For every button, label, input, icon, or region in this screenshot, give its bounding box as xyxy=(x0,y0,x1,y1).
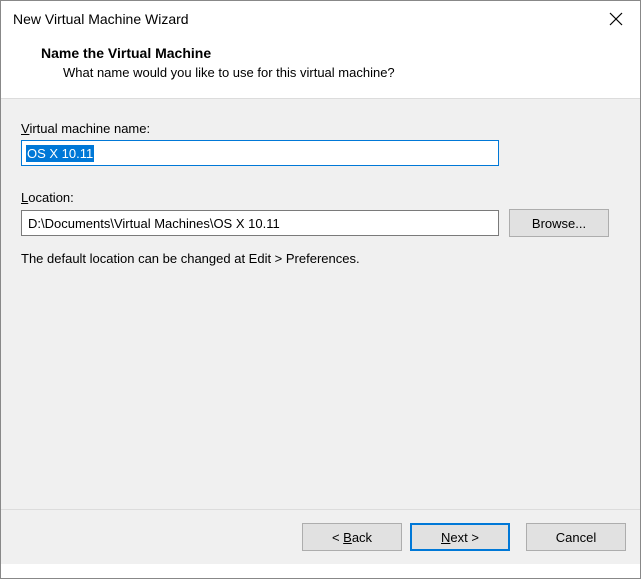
wizard-content: Virtual machine name: OS X 10.11 Locatio… xyxy=(1,98,640,510)
vm-name-input[interactable]: OS X 10.11 xyxy=(21,140,499,166)
location-input[interactable] xyxy=(21,210,499,236)
location-label: Location: xyxy=(21,190,620,205)
vm-name-value: OS X 10.11 xyxy=(26,145,94,162)
location-row: Browse... xyxy=(21,209,620,237)
window-title: New Virtual Machine Wizard xyxy=(13,11,189,27)
titlebar: New Virtual Machine Wizard xyxy=(1,1,640,37)
location-hint: The default location can be changed at E… xyxy=(21,251,620,266)
wizard-step-title: Name the Virtual Machine xyxy=(41,45,620,61)
wizard-header: Name the Virtual Machine What name would… xyxy=(1,37,640,98)
wizard-footer: < Back Next > Cancel xyxy=(1,510,640,564)
wizard-step-subtitle: What name would you like to use for this… xyxy=(41,65,620,80)
close-button[interactable] xyxy=(592,1,640,37)
browse-button[interactable]: Browse... xyxy=(509,209,609,237)
vm-name-label: Virtual machine name: xyxy=(21,121,620,136)
close-icon xyxy=(609,12,623,26)
next-button[interactable]: Next > xyxy=(410,523,510,551)
back-button[interactable]: < Back xyxy=(302,523,402,551)
cancel-button[interactable]: Cancel xyxy=(526,523,626,551)
